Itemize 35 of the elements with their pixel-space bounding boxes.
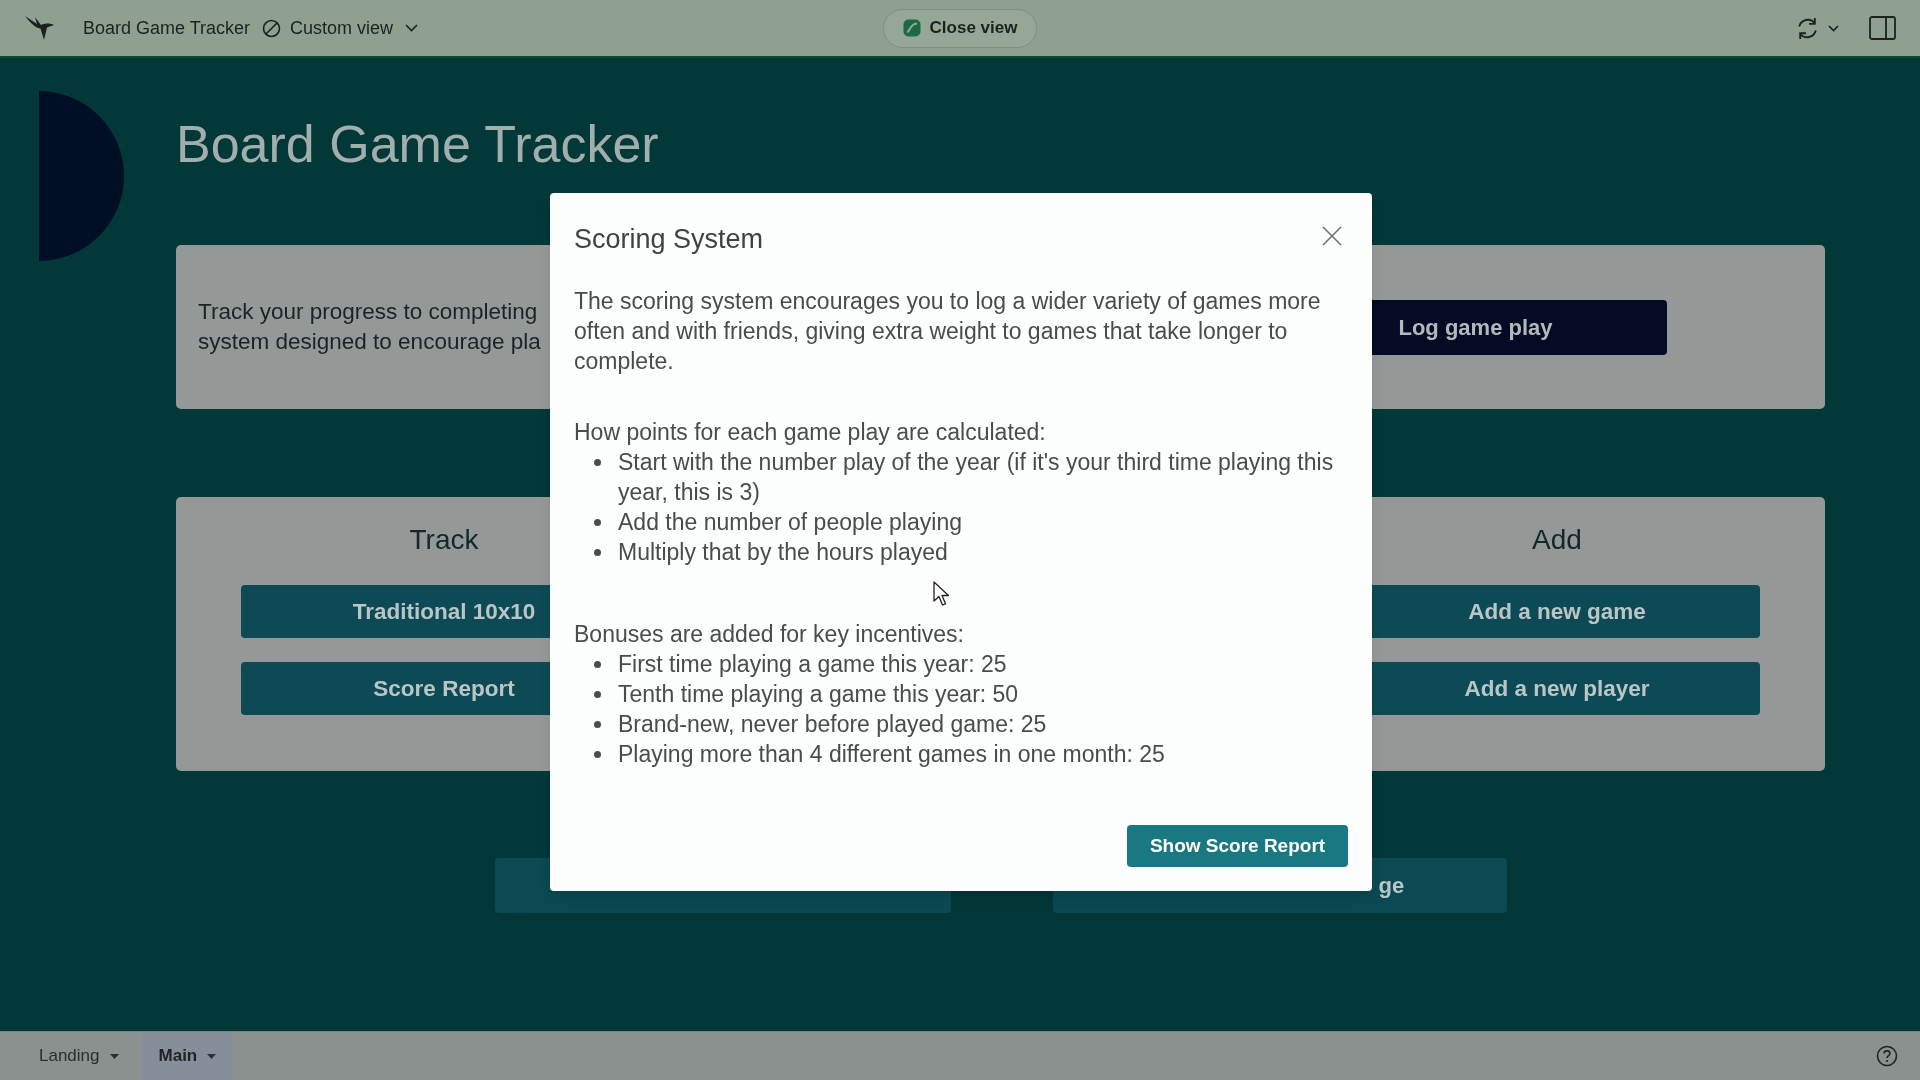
- bird-logo-icon: [24, 15, 55, 41]
- caret-down-icon: [109, 1053, 119, 1059]
- page-title: Board Game Tracker: [176, 114, 659, 175]
- list-item: Start with the number play of the year (if it's your third time playing this year, this is 3): [618, 448, 1335, 507]
- sheet-tab[interactable]: Main: [141, 1032, 234, 1080]
- bullet-icon: [594, 751, 601, 758]
- section-heading: Track: [409, 523, 479, 557]
- view-menu[interactable]: Custom view: [262, 14, 419, 42]
- dialog-title: Scoring System: [574, 223, 764, 256]
- close-button[interactable]: [1322, 226, 1342, 246]
- bullet-icon: [594, 721, 601, 728]
- bullet-icon: [594, 691, 601, 698]
- list-item: Playing more than 4 different games in one month: 25: [618, 740, 1165, 769]
- chevron-down-icon: [405, 24, 419, 32]
- side-panel-icon[interactable]: [1869, 16, 1896, 40]
- slashed-circle-icon: [262, 18, 282, 38]
- slashed-square-icon: [902, 19, 921, 37]
- mouse-pointer-icon: [933, 581, 950, 607]
- section-heading: Add: [1532, 523, 1582, 557]
- list-item: Add the number of people playing: [618, 508, 962, 537]
- close-view-button[interactable]: Close view: [883, 8, 1037, 48]
- list-item: Multiply that by the hours played: [618, 538, 948, 567]
- intro-text: Track your progress to completing system designed to encourage pla: [198, 298, 542, 356]
- show-score-report-button[interactable]: Show Score Report: [1127, 825, 1348, 867]
- close-icon: [1322, 226, 1342, 246]
- help-icon[interactable]: [1876, 1045, 1898, 1067]
- list-heading: How points for each game play are calculated:: [574, 418, 1046, 447]
- bullet-icon: [594, 459, 601, 466]
- bullet-icon: [594, 519, 601, 526]
- sheet-tab[interactable]: Landing: [22, 1032, 136, 1080]
- bullet-icon: [594, 549, 601, 556]
- bullet-icon: [594, 661, 601, 668]
- caret-down-icon: [207, 1053, 217, 1059]
- app-title: Board Game Tracker: [83, 16, 251, 40]
- chevron-down-icon: [1828, 24, 1839, 32]
